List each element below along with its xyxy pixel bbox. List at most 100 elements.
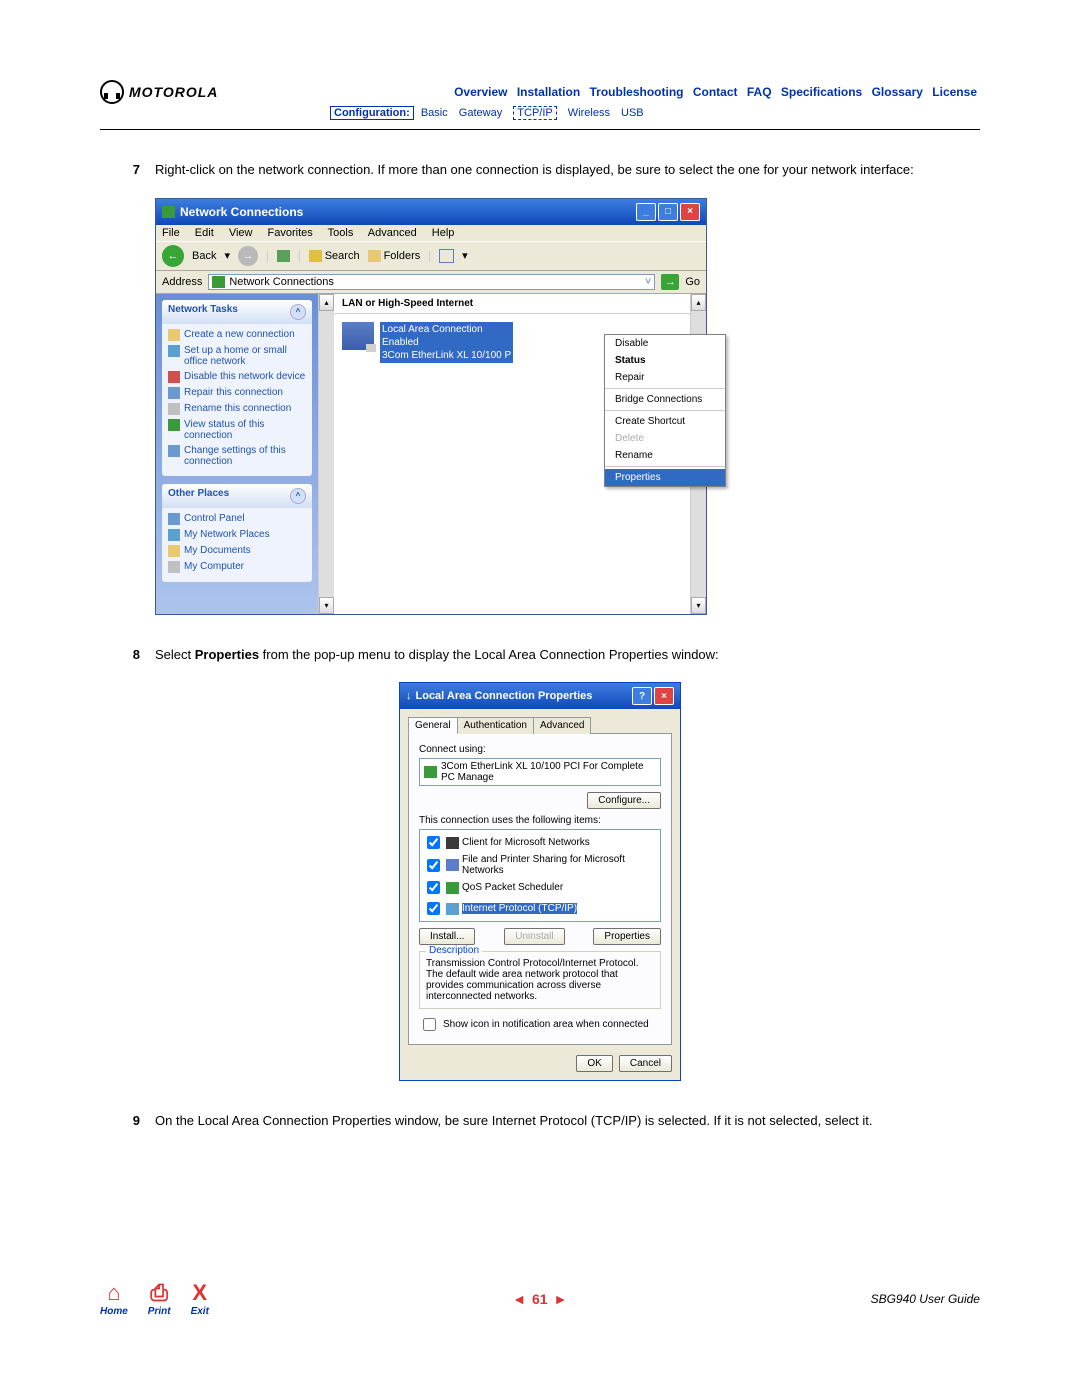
network-tasks-header[interactable]: Network Tasks^ [162,300,312,324]
nav-gateway[interactable]: Gateway [459,107,502,119]
back-label[interactable]: Back [192,250,216,262]
views-icon[interactable] [439,249,454,263]
nav-wireless[interactable]: Wireless [568,107,610,119]
item-fileprint[interactable]: File and Printer Sharing for Microsoft N… [422,853,658,877]
task-change-settings[interactable]: Change settings of this connection [168,445,306,467]
step-number: 7 [100,160,155,180]
next-page-icon[interactable]: ► [554,1291,568,1307]
ctx-bridge[interactable]: Bridge Connections [605,391,725,408]
prev-page-icon[interactable]: ◄ [512,1291,526,1307]
collapse-icon[interactable]: ^ [290,488,306,504]
nav-glossary[interactable]: Glossary [872,85,923,99]
help-button[interactable]: ? [632,687,652,705]
show-icon-checkbox[interactable] [423,1018,436,1031]
ctx-shortcut[interactable]: Create Shortcut [605,413,725,430]
tab-general[interactable]: General [408,717,458,734]
props-title: Local Area Connection Properties [416,690,593,702]
other-places-header[interactable]: Other Places^ [162,484,312,508]
items-list[interactable]: Client for Microsoft Networks File and P… [419,829,661,922]
maximize-button[interactable]: □ [658,203,678,221]
nav-overview[interactable]: Overview [454,85,507,99]
menu-advanced[interactable]: Advanced [368,227,417,239]
menu-bar: File Edit View Favorites Tools Advanced … [156,225,706,241]
ctx-properties[interactable]: Properties [605,469,725,486]
nav-tcpip[interactable]: TCP/IP [513,106,556,120]
nav-basic[interactable]: Basic [421,107,448,119]
nav-usb[interactable]: USB [621,107,644,119]
print-button[interactable]: ⎙Print [148,1280,171,1317]
checkbox[interactable] [427,881,440,894]
task-repair[interactable]: Repair this connection [168,387,306,399]
nav-configuration[interactable]: Configuration: [330,106,414,120]
main-pane: LAN or High-Speed Internet Local Area Co… [334,294,690,614]
ctx-repair[interactable]: Repair [605,369,725,386]
menu-edit[interactable]: Edit [195,227,214,239]
task-rename[interactable]: Rename this connection [168,403,306,415]
address-field[interactable]: Network Connections ˅ [208,274,655,290]
ctx-delete: Delete [605,430,725,447]
checkbox[interactable] [427,902,440,915]
nav-specifications[interactable]: Specifications [781,85,862,99]
place-my-computer[interactable]: My Computer [168,561,306,573]
tab-advanced[interactable]: Advanced [533,717,591,734]
show-icon-row[interactable]: Show icon in notification area when conn… [419,1015,661,1034]
ctx-rename[interactable]: Rename [605,447,725,464]
menu-favorites[interactable]: Favorites [268,227,313,239]
task-view-status[interactable]: View status of this connection [168,419,306,441]
nav-faq[interactable]: FAQ [747,85,772,99]
nav-license[interactable]: License [932,85,977,99]
cancel-button[interactable]: Cancel [619,1055,672,1072]
menu-tools[interactable]: Tools [328,227,354,239]
item-client[interactable]: Client for Microsoft Networks [422,832,658,853]
collapse-icon[interactable]: ^ [290,304,306,320]
item-tcpip[interactable]: Internet Protocol (TCP/IP) [422,898,658,919]
install-button[interactable]: Install... [419,928,475,945]
configure-button[interactable]: Configure... [587,792,661,809]
tab-authentication[interactable]: Authentication [457,717,534,734]
ctx-status[interactable]: Status [605,352,725,369]
home-button[interactable]: ⌂Home [100,1280,128,1317]
step-text: Right-click on the network connection. I… [155,160,980,180]
guide-title: SBG940 User Guide [871,1292,980,1306]
close-button[interactable]: × [680,203,700,221]
item-qos[interactable]: QoS Packet Scheduler [422,877,658,898]
checkbox[interactable] [427,859,440,872]
forward-button-icon[interactable]: → [238,246,258,266]
print-icon: ⎙ [150,1280,168,1306]
up-icon[interactable] [277,250,290,262]
ok-button[interactable]: OK [576,1055,612,1072]
minimize-button[interactable]: _ [636,203,656,221]
step-text: Select Properties from the pop-up menu t… [155,645,980,665]
place-control-panel[interactable]: Control Panel [168,513,306,525]
menu-file[interactable]: File [162,227,180,239]
menu-view[interactable]: View [229,227,253,239]
task-create-connection[interactable]: Create a new connection [168,329,306,341]
task-disable-device[interactable]: Disable this network device [168,371,306,383]
separator-line [100,129,980,130]
page-navigation: ◄ 61 ► [512,1291,567,1307]
properties-button[interactable]: Properties [593,928,661,945]
sidebar-scrollbar[interactable]: ▴▾ [318,294,334,614]
exit-icon: X [192,1280,207,1306]
ctx-disable[interactable]: Disable [605,335,725,352]
step-9: 9 On the Local Area Connection Propertie… [100,1111,980,1131]
back-button-icon[interactable]: ← [162,245,184,267]
search-button[interactable]: Search [309,250,360,262]
other-places-panel: Other Places^ Control Panel My Network P… [162,484,312,582]
nav-contact[interactable]: Contact [693,85,738,99]
folders-button[interactable]: Folders [368,250,421,262]
place-network-places[interactable]: My Network Places [168,529,306,541]
close-button[interactable]: × [654,687,674,705]
toolbar: ← Back▾ → | | Search Folders | ▾ [156,241,706,271]
go-label[interactable]: Go [685,276,700,288]
nav-installation[interactable]: Installation [517,85,580,99]
exit-button[interactable]: XExit [191,1280,209,1317]
nav-troubleshooting[interactable]: Troubleshooting [590,85,684,99]
menu-help[interactable]: Help [432,227,455,239]
brand-text: MOTOROLA [129,84,218,100]
go-button-icon[interactable]: → [661,274,679,290]
place-my-documents[interactable]: My Documents [168,545,306,557]
task-setup-network[interactable]: Set up a home or small office network [168,345,306,367]
address-dropdown-icon[interactable]: ˅ [645,276,651,288]
checkbox[interactable] [427,836,440,849]
